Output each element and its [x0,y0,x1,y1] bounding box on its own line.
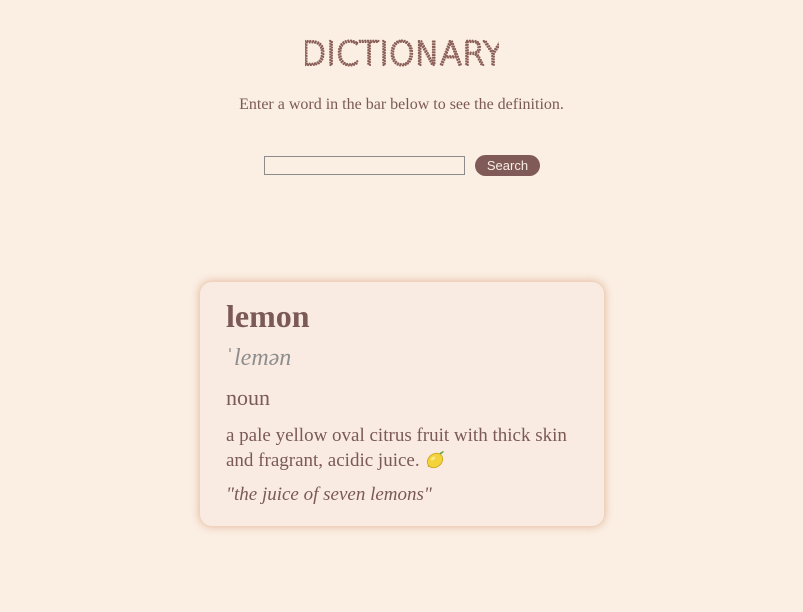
word-heading: lemon [226,298,310,334]
definition-text: a pale yellow oval citrus fruit with thi… [226,423,578,473]
search-button[interactable]: Search [475,155,540,176]
search-bar: Search [264,155,540,176]
app-logo: DICTIONARY [305,36,499,70]
page-title: DICTIONARY [305,36,499,70]
header: DICTIONARY [0,36,803,70]
search-input[interactable] [264,156,465,175]
part-of-speech: noun [226,385,270,410]
definition-card: lemon ˈlemən noun a pale yellow oval cit… [200,282,604,526]
definition-body: a pale yellow oval citrus fruit with thi… [226,425,567,471]
lemon-icon [427,451,445,469]
instructions-text: Enter a word in the bar below to see the… [239,96,564,113]
phonetic-text: ˈlemən [226,345,292,371]
example-text: "the juice of seven lemons" [226,484,432,505]
